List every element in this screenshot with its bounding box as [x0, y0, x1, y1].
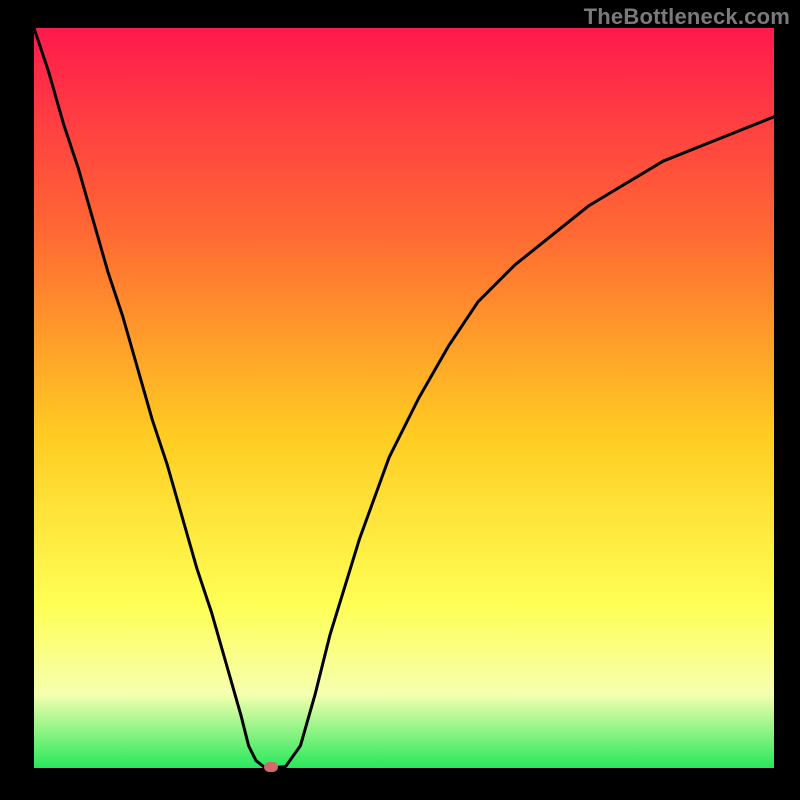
- plot-area: [34, 28, 774, 768]
- plot-svg: [34, 28, 774, 768]
- chart-frame: TheBottleneck.com: [0, 0, 800, 800]
- optimal-point-marker: [264, 762, 278, 772]
- watermark-text: TheBottleneck.com: [584, 4, 790, 30]
